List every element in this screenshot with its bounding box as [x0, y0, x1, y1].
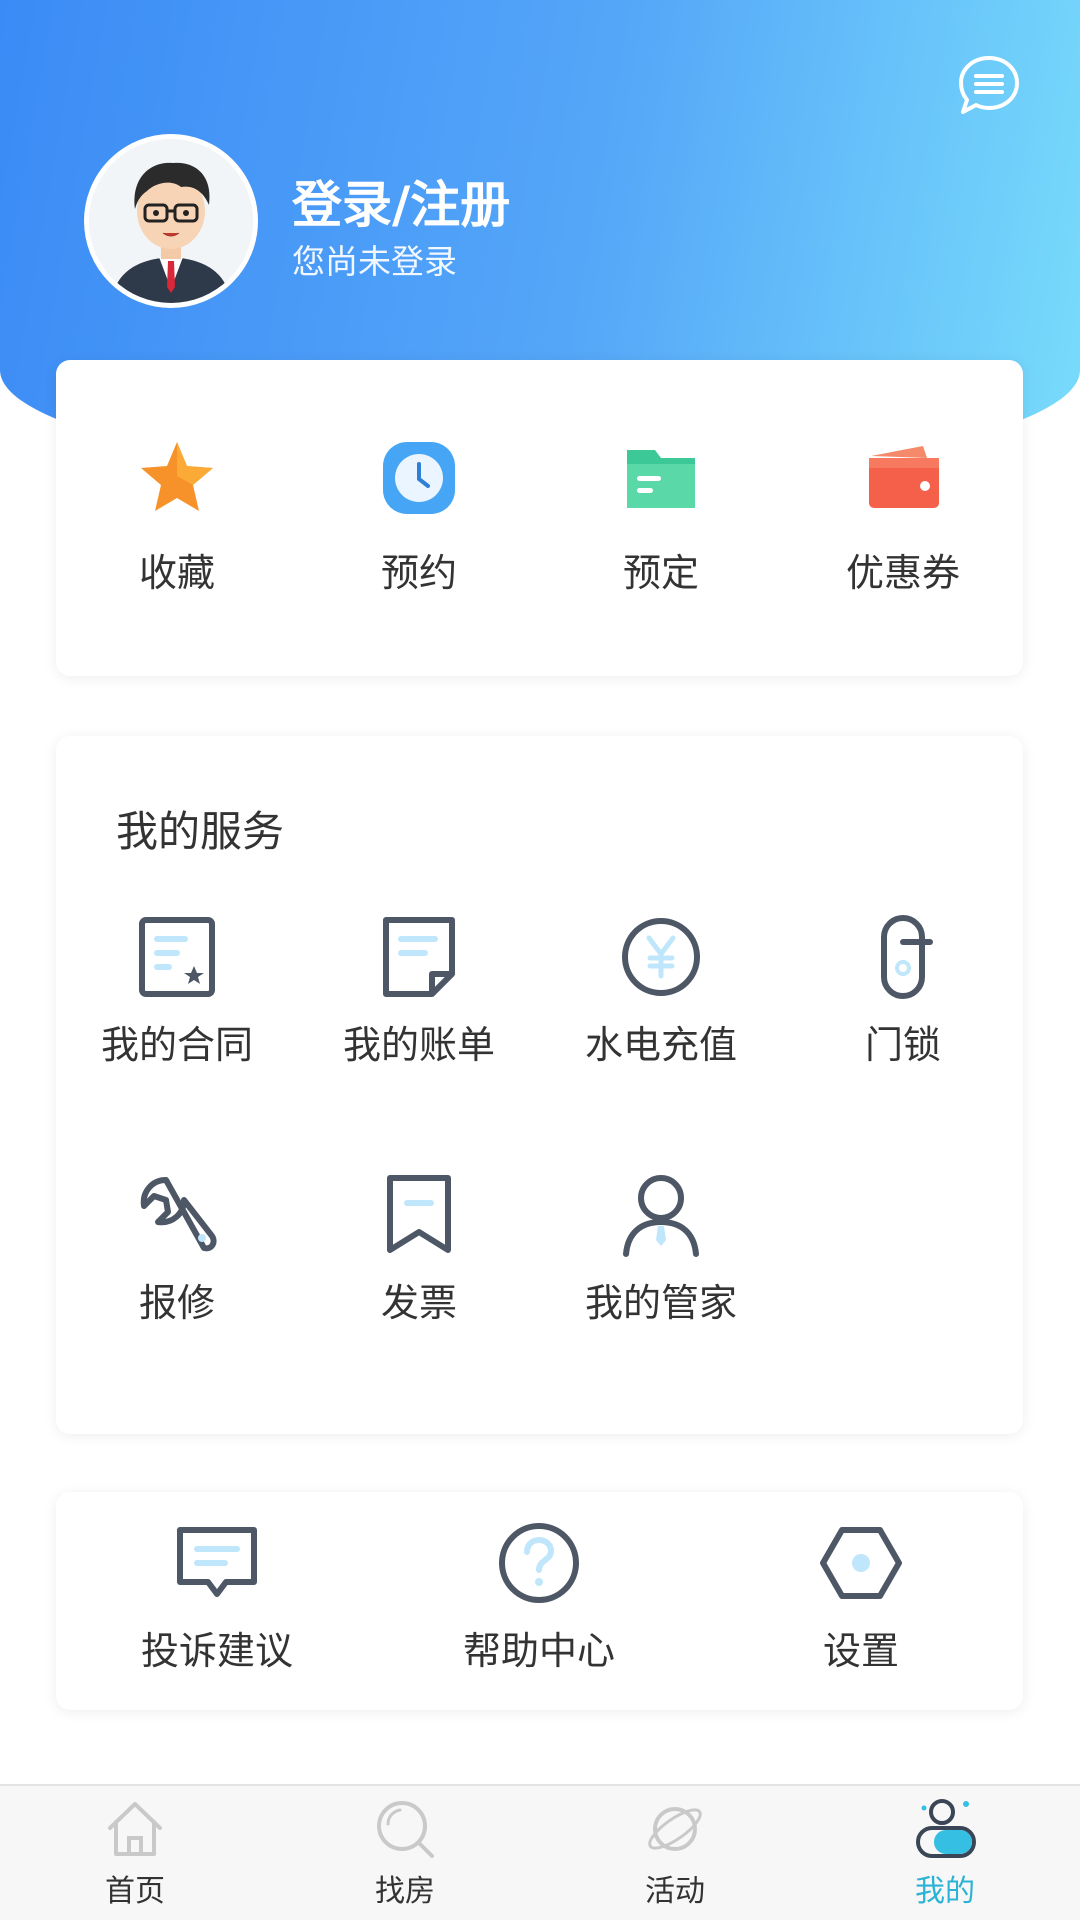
help-center-label: 帮助中心 — [462, 1629, 615, 1673]
reservation-button[interactable]: 预定 — [540, 436, 782, 597]
services-title: 我的服务 — [116, 807, 285, 856]
contract-icon — [139, 917, 215, 997]
planet-icon — [648, 1807, 702, 1851]
profile-icon — [916, 1799, 976, 1858]
default-avatar-icon — [89, 139, 253, 303]
tab-home-label: 首页 — [105, 1874, 165, 1909]
tab-activity[interactable]: 活动 — [540, 1786, 810, 1920]
reservation-label: 预定 — [622, 551, 699, 595]
door-lock-icon — [881, 915, 933, 999]
tab-home[interactable]: 首页 — [0, 1786, 270, 1920]
butler-button[interactable]: 我的管家 — [540, 1170, 782, 1327]
misc-card: 投诉建议 帮助中心 设置 — [56, 1492, 1023, 1710]
feedback-label: 投诉建议 — [140, 1629, 293, 1673]
login-register-link[interactable]: 登录/注册 — [292, 165, 510, 237]
coupon-label: 优惠券 — [845, 551, 960, 595]
avatar[interactable] — [84, 134, 258, 308]
tab-mine-label: 我的 — [915, 1874, 975, 1909]
tab-find-house-label: 找房 — [375, 1874, 435, 1909]
utility-recharge-label: 水电充值 — [584, 1023, 737, 1067]
tab-activity-label: 活动 — [645, 1874, 705, 1909]
search-icon — [377, 1801, 434, 1858]
feedback-button[interactable]: 投诉建议 — [56, 1518, 378, 1675]
favorites-label: 收藏 — [138, 551, 215, 595]
utility-recharge-button[interactable]: 水电充值 — [540, 912, 782, 1069]
repair-label: 报修 — [138, 1281, 215, 1325]
invoice-icon — [387, 1175, 451, 1253]
settings-button[interactable]: 设置 — [700, 1518, 1022, 1675]
tab-find-house[interactable]: 找房 — [270, 1786, 540, 1920]
door-lock-label: 门锁 — [864, 1023, 941, 1067]
contract-label: 我的合同 — [100, 1023, 253, 1067]
repair-button[interactable]: 报修 — [56, 1170, 298, 1327]
appointment-button[interactable]: 预约 — [298, 436, 540, 597]
favorites-button[interactable]: 收藏 — [56, 436, 298, 597]
coupon-button[interactable]: 优惠券 — [782, 436, 1024, 597]
folder-icon — [627, 450, 695, 508]
login-status-text: 您尚未登录 — [292, 242, 457, 281]
feedback-icon — [177, 1527, 257, 1597]
door-lock-button[interactable]: 门锁 — [782, 912, 1024, 1069]
butler-label: 我的管家 — [584, 1281, 737, 1325]
settings-label: 设置 — [822, 1629, 899, 1673]
message-button[interactable] — [955, 52, 1023, 120]
bottom-tab-bar: 首页 找房 活动 我的 — [0, 1784, 1080, 1920]
clock-icon — [383, 442, 455, 514]
butler-icon — [623, 1175, 699, 1257]
star-icon — [141, 442, 213, 511]
bill-label: 我的账单 — [342, 1023, 495, 1067]
contract-button[interactable]: 我的合同 — [56, 912, 298, 1069]
quick-actions-card: 收藏 预约 预定 优惠券 — [56, 360, 1023, 676]
chat-bubble-icon — [959, 56, 1019, 114]
yen-coin-icon — [622, 918, 700, 996]
bill-icon — [383, 917, 455, 997]
tab-mine[interactable]: 我的 — [810, 1786, 1080, 1920]
settings-hexagon-icon — [820, 1527, 902, 1599]
wrench-icon — [140, 1177, 217, 1252]
invoice-label: 发票 — [380, 1281, 457, 1325]
appointment-label: 预约 — [380, 551, 457, 595]
help-center-button[interactable]: 帮助中心 — [378, 1518, 700, 1675]
help-icon — [499, 1523, 579, 1603]
my-services-card: 我的服务 我的合同 我的账单 水电充值 门锁 报修 发票 我的管家 — [56, 736, 1023, 1434]
bill-button[interactable]: 我的账单 — [298, 912, 540, 1069]
wallet-icon — [869, 446, 939, 508]
invoice-button[interactable]: 发票 — [298, 1170, 540, 1327]
home-icon — [108, 1802, 162, 1856]
